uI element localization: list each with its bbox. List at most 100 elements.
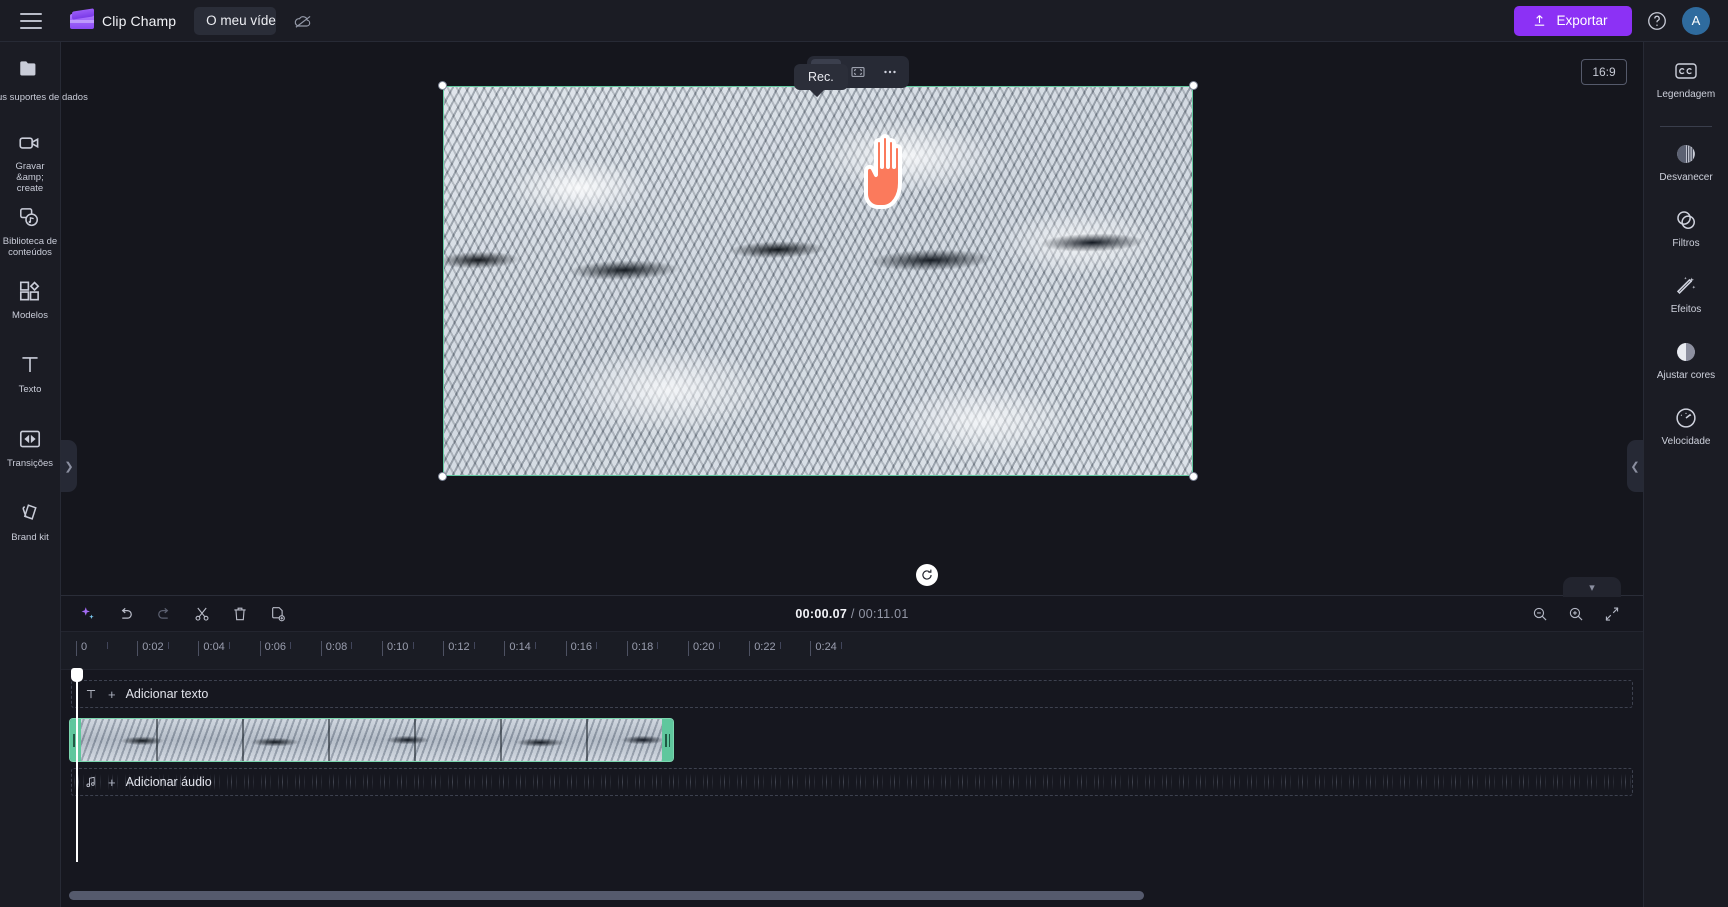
more-options-icon: [881, 63, 899, 81]
ruler-tick-minor: [473, 642, 475, 649]
project-name-field[interactable]: O meu vídeo: [194, 6, 277, 35]
aspect-ratio-badge[interactable]: 16:9: [1581, 59, 1627, 85]
timeline-toolbar: 00:00.07 / 00:11.01: [61, 596, 1643, 632]
resize-handle-top-right[interactable]: [1189, 81, 1198, 90]
add-audio-track[interactable]: + Adicionar áudio: [71, 768, 1633, 796]
right-item-captions[interactable]: Legendagem: [1644, 56, 1728, 118]
sidebar-item-your-media[interactable]: Os seus suportes de dados: [0, 54, 88, 120]
timeline-scrollbar[interactable]: [61, 891, 1643, 900]
add-text-label: Adicionar texto: [125, 687, 209, 701]
avatar[interactable]: A: [1682, 6, 1710, 35]
right-item-fade[interactable]: Desvanecer: [1644, 139, 1728, 201]
ruler-tick-minor: [718, 642, 720, 649]
divider: [1660, 126, 1712, 127]
transitions-icon: [17, 424, 43, 454]
ruler-label: 0:04: [203, 641, 225, 653]
expand-left-panel-button[interactable]: ❯: [61, 440, 77, 492]
ruler-tick-minor: [351, 642, 353, 649]
ruler-tick: [626, 641, 628, 656]
sidebar-item-label: Os seus suportes de dados: [0, 92, 88, 103]
right-item-effects[interactable]: Efeitos: [1644, 271, 1728, 333]
tooltip-rec: Rec.: [794, 64, 848, 90]
resize-handle-bottom-right[interactable]: [1189, 472, 1198, 481]
audio-waveform: [72, 769, 1632, 795]
ruler-tick-minor: [412, 642, 414, 649]
ruler-tick-minor: [657, 642, 659, 649]
ruler-tick-minor: [290, 642, 292, 649]
right-sidebar: Legendagem Desvanecer Filtros Efeitos Aj…: [1643, 42, 1728, 907]
ruler-tick: [749, 641, 751, 656]
ruler-tick-minor: [535, 642, 536, 649]
hamburger-menu-icon[interactable]: [20, 12, 42, 29]
left-sidebar: Os seus suportes de dados Gravar &amp; c…: [0, 42, 88, 907]
playhead[interactable]: [71, 668, 83, 862]
chevron-left-icon: ❮: [1630, 460, 1640, 473]
brand-name: Clip Champ: [102, 12, 177, 29]
ruler-tick: [320, 641, 322, 656]
music-note-icon: [84, 775, 98, 789]
ruler-tick: [259, 641, 261, 656]
ruler-label: 0: [81, 641, 88, 653]
resize-handle-top-left[interactable]: [438, 81, 447, 90]
right-item-adjust-colors[interactable]: Ajustar cores: [1644, 337, 1728, 399]
chevron-down-icon: ▾: [1589, 581, 1595, 594]
resize-handle-bottom-left[interactable]: [438, 472, 447, 481]
add-text-track[interactable]: + Adicionar texto: [71, 680, 1633, 708]
preview-stage: Rec. 16:9: [61, 42, 1643, 617]
timeline-tracks: + Adicionar texto + Adicionar áudio: [61, 668, 1643, 880]
help-icon[interactable]: [1646, 10, 1668, 32]
right-item-filters[interactable]: Filtros: [1644, 205, 1728, 267]
right-item-label: Ajustar cores: [1656, 370, 1716, 381]
ruler-tick-minor: [779, 642, 781, 649]
ruler-tick: [198, 641, 200, 656]
ruler-tick-minor: [841, 642, 842, 649]
chevron-right-icon: ❯: [64, 460, 74, 473]
right-item-label: Velocidade: [1661, 436, 1711, 447]
ruler-label: 0:18: [631, 641, 654, 653]
ruler-label: 0:10: [387, 641, 409, 653]
fit-to-frame-icon: [850, 64, 866, 80]
ruler-tick-minor: [596, 642, 598, 649]
export-button-label: Exportar: [1556, 13, 1608, 28]
fade-icon: [1673, 139, 1699, 169]
timeline-ruler[interactable]: 0 0:02 0:04 0:06 0:08 0:10 0:12 0:14 0:16 0:18 0:2…: [61, 632, 1643, 670]
ruler-label: 0:08: [325, 641, 348, 653]
ruler-tick: [504, 641, 506, 656]
sidebar-item-label: Gravar &amp; create: [15, 161, 45, 194]
sidebar-item-content-library[interactable]: Biblioteca de conteúdos: [0, 202, 60, 268]
more-options-button[interactable]: [875, 59, 905, 85]
sidebar-item-label: Transições: [6, 458, 54, 469]
export-button[interactable]: Exportar: [1514, 5, 1632, 36]
ruler-label: 0:20: [693, 641, 715, 653]
video-clip[interactable]: [69, 718, 674, 762]
sidebar-item-transitions[interactable]: Transições: [0, 424, 60, 490]
clip-thumbnails: [70, 719, 673, 761]
upload-icon: [1532, 13, 1547, 28]
adjust-colors-icon: [1673, 337, 1699, 367]
sidebar-item-label: Modelos: [12, 310, 48, 321]
ruler-tick-minor: [167, 642, 169, 649]
expand-right-panel-button[interactable]: ❮: [1627, 440, 1643, 492]
sidebar-item-brand-kit[interactable]: Brand kit: [0, 498, 60, 564]
ruler-label: 0:14: [509, 641, 531, 653]
closed-captions-icon: [1673, 56, 1699, 86]
brand-kit-icon: [17, 498, 43, 528]
collapse-timeline-button[interactable]: ▾: [1563, 577, 1621, 597]
sidebar-item-record-and-create[interactable]: Gravar &amp; create: [0, 128, 60, 194]
sidebar-item-label: Texto: [18, 384, 42, 395]
text-icon: [17, 350, 43, 380]
right-item-speed[interactable]: Velocidade: [1644, 403, 1728, 465]
plus-icon: +: [108, 686, 116, 702]
sidebar-item-templates[interactable]: Modelos: [0, 276, 60, 342]
video-preview[interactable]: [443, 86, 1193, 476]
sidebar-item-text[interactable]: Texto: [0, 350, 60, 416]
top-bar: Clip Champ O meu vídeo Exportar A: [0, 0, 1728, 42]
ruler-label: 0:06: [264, 641, 287, 653]
clipchamp-logo-icon: [70, 7, 94, 32]
ruler-label: 0:02: [142, 641, 164, 653]
rotate-handle[interactable]: [916, 564, 938, 586]
timeline-scrollbar-thumb[interactable]: [69, 891, 1144, 900]
video-camera-icon: [17, 128, 43, 157]
clip-trim-handle-right[interactable]: [662, 719, 673, 761]
cloud-offline-icon[interactable]: [290, 8, 316, 34]
